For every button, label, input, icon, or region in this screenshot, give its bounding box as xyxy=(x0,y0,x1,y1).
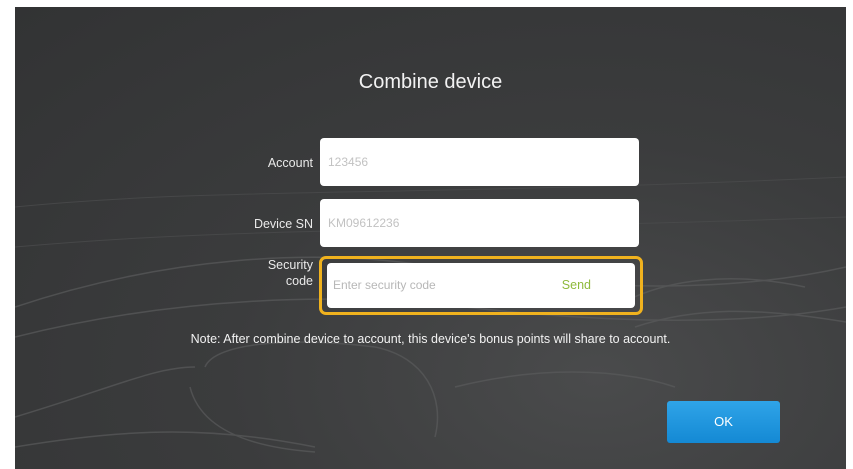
ok-button[interactable]: OK xyxy=(667,401,780,443)
security-code-input[interactable]: Enter security code Send xyxy=(327,263,635,308)
account-field[interactable]: 123456 xyxy=(320,138,639,186)
combine-note: Note: After combine device to account, t… xyxy=(190,332,671,346)
security-code-placeholder: Enter security code xyxy=(333,278,436,292)
combine-device-screen: Combine device Account 123456 Device SN … xyxy=(15,7,846,469)
account-label: Account xyxy=(267,156,313,170)
security-code-label-line1: Security xyxy=(267,258,313,272)
device-sn-label: Device SN xyxy=(253,217,313,231)
send-code-button[interactable]: Send xyxy=(562,263,591,308)
security-code-highlight: Enter security code Send xyxy=(319,256,643,315)
security-code-label-line2: code xyxy=(285,274,313,288)
dialog-title: Combine device xyxy=(358,71,503,93)
device-sn-field[interactable]: KM09612236 xyxy=(320,199,639,247)
security-code-label: Security code xyxy=(215,257,313,289)
